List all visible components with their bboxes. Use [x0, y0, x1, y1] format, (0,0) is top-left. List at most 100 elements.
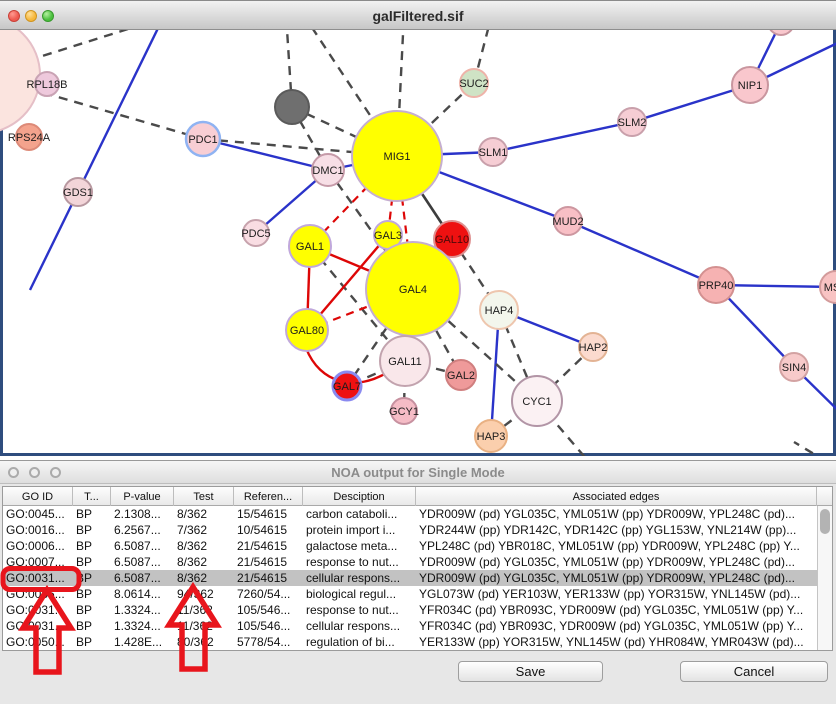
table-cell: 8/362 — [174, 506, 234, 522]
table-cell: YER133W (pp) YOR315W, YNL145W (pd) YHR08… — [416, 634, 817, 650]
table-cell: YPL248C (pd) YBR018C, YML051W (pp) YDR00… — [416, 538, 817, 554]
column-header[interactable]: Referen... — [234, 487, 303, 506]
table-cell: response to nut... — [303, 602, 416, 618]
column-header[interactable]: GO ID — [3, 487, 73, 506]
table-row[interactable]: GO:0016...BP6.2567...7/36210/54615protei… — [3, 522, 817, 538]
table-cell: GO:0031... — [3, 570, 73, 586]
node-label: GAL2 — [447, 370, 475, 382]
table-cell: YDR009W (pd) YGL035C, YML051W (pp) YDR00… — [416, 554, 817, 570]
column-header[interactable]: T... — [73, 487, 111, 506]
table-cell: BP — [73, 570, 111, 586]
table-cell: 1.3324... — [111, 618, 174, 634]
table-cell: BP — [73, 602, 111, 618]
table-cell: GO:0031... — [3, 602, 73, 618]
table-cell: 1.428E... — [111, 634, 174, 650]
column-header[interactable]: Associated edges — [416, 487, 817, 506]
table-scrollbar[interactable] — [817, 506, 832, 650]
network-edge — [30, 30, 163, 290]
network-edge — [203, 139, 328, 170]
table-cell: 6.5087... — [111, 538, 174, 554]
node-label: MUD2 — [552, 216, 583, 228]
table-cell: 80/362 — [174, 634, 234, 650]
table-row[interactable]: GO:0065...BP8.0614...94/3627260/54...bio… — [3, 586, 817, 602]
node-label: GDS1 — [63, 187, 93, 199]
node-label: SLM2 — [618, 117, 647, 129]
node-label: MSN — [824, 282, 836, 294]
table-header-row: GO IDT...P-valueTestReferen...Desciption… — [3, 487, 832, 506]
table-cell: BP — [73, 506, 111, 522]
node-label: RPL18B — [27, 79, 68, 91]
scrollbar-thumb[interactable] — [820, 509, 830, 534]
table-cell: BP — [73, 618, 111, 634]
node-label: CYC1 — [522, 396, 551, 408]
table-cell: YDR244W (pp) YDR142C, YDR142C (pp) YGL15… — [416, 522, 817, 538]
node-label: GAL3 — [374, 230, 402, 242]
table-cell: 1.3324... — [111, 602, 174, 618]
table-cell: 7/362 — [174, 522, 234, 538]
table-cell: YDR009W (pd) YGL035C, YML051W (pp) YDR00… — [416, 570, 817, 586]
table-cell: carbon cataboli... — [303, 506, 416, 522]
table-cell: BP — [73, 586, 111, 602]
table-row[interactable]: GO:0031...BP1.3324...11/362105/546...cel… — [3, 618, 817, 634]
table-cell: response to nut... — [303, 554, 416, 570]
network-window-title: galFiltered.sif — [0, 1, 836, 31]
node-dark[interactable] — [275, 90, 309, 124]
node-label: DMC1 — [312, 165, 343, 177]
table-row[interactable]: GO:0031...BP1.3324...11/362105/546...res… — [3, 602, 817, 618]
table-cell: BP — [73, 538, 111, 554]
noa-window-titlebar[interactable]: NOA output for Single Mode — [0, 461, 836, 484]
node-label: SIN4 — [782, 362, 806, 374]
table-cell: galactose meta... — [303, 538, 416, 554]
table-cell: 21/54615 — [234, 554, 303, 570]
node-label: GAL1 — [296, 241, 324, 253]
node-label: GAL11 — [388, 356, 421, 368]
node-label: HAP2 — [579, 342, 608, 354]
table-cell: biological regul... — [303, 586, 416, 602]
table-row[interactable]: GO:0031...BP6.5087...8/36221/54615cellul… — [3, 570, 817, 586]
table-cell: 10/54615 — [234, 522, 303, 538]
column-header[interactable]: Test — [174, 487, 234, 506]
table-row[interactable]: GO:0007...BP6.5087...8/36221/54615respon… — [3, 554, 817, 570]
column-header[interactable]: P-value — [111, 487, 174, 506]
table-cell: 8/362 — [174, 554, 234, 570]
column-header[interactable] — [817, 487, 832, 506]
table-row[interactable]: GO:0006...BP6.5087...8/36221/54615galact… — [3, 538, 817, 554]
noa-window: NOA output for Single Mode GO IDT...P-va… — [0, 460, 836, 704]
network-edge — [493, 122, 632, 152]
table-cell: YDR009W (pd) YGL035C, YML051W (pp) YDR00… — [416, 506, 817, 522]
network-window-titlebar[interactable]: galFiltered.sif — [0, 0, 836, 30]
table-cell: regulation of bi... — [303, 634, 416, 650]
table-cell: 11/362 — [174, 602, 234, 618]
noa-results-table: GO IDT...P-valueTestReferen...Desciption… — [2, 486, 833, 651]
screen: galFiltered.sif RPL18B RPS24A GDS1 PDC1 DMC1… — [0, 0, 836, 704]
table-cell: cellular respons... — [303, 570, 416, 586]
table-row[interactable]: GO:0050...BP1.428E...80/3625778/54...reg… — [3, 634, 817, 650]
table-cell: 21/54615 — [234, 538, 303, 554]
table-cell: 5778/54... — [234, 634, 303, 650]
table-cell: protein import i... — [303, 522, 416, 538]
table-cell: 11/362 — [174, 618, 234, 634]
table-cell: 105/546... — [234, 618, 303, 634]
node-label: RPS24A — [8, 132, 51, 144]
table-cell: 8/362 — [174, 538, 234, 554]
table-cell: 21/54615 — [234, 570, 303, 586]
node-label: PDC1 — [188, 134, 217, 146]
save-button[interactable]: Save — [458, 661, 603, 682]
node-label: GCY1 — [389, 406, 419, 418]
cancel-button[interactable]: Cancel — [680, 661, 828, 682]
table-row[interactable]: GO:0045...BP2.1308...8/36215/54615carbon… — [3, 506, 817, 522]
table-cell: BP — [73, 522, 111, 538]
node-label: GAL7 — [333, 381, 361, 393]
node-topr[interactable] — [768, 30, 794, 35]
table-cell: 6.5087... — [111, 570, 174, 586]
table-cell: YFR034C (pd) YBR093C, YDR009W (pd) YGL03… — [416, 618, 817, 634]
table-cell: GO:0050... — [3, 634, 73, 650]
network-edge — [794, 442, 836, 456]
node-label: PRP40 — [699, 280, 734, 292]
network-canvas[interactable]: RPL18BRPS24AGDS1PDC1DMC1MIG1SUC2SLM1SLM2… — [0, 30, 836, 456]
node-label: GAL80 — [290, 325, 324, 337]
table-cell: BP — [73, 634, 111, 650]
column-header[interactable]: Desciption — [303, 487, 416, 506]
node-label: PDC5 — [241, 228, 270, 240]
node-label: GAL10 — [435, 234, 469, 246]
